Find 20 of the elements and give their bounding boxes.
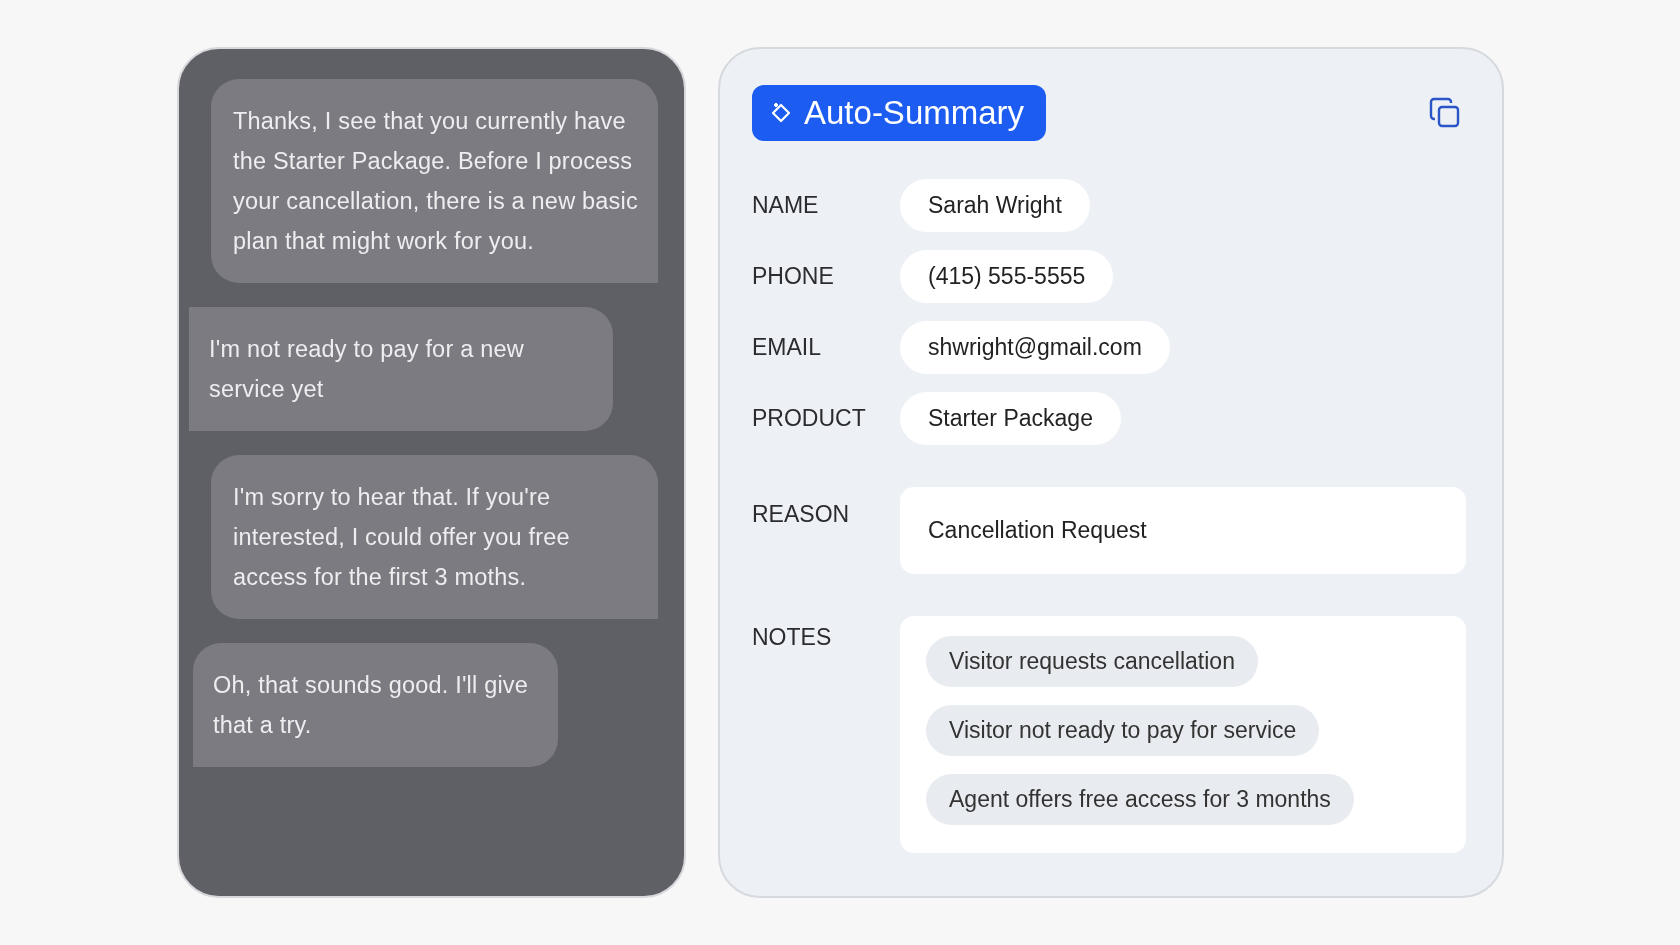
field-value: shwright@gmail.com xyxy=(900,321,1170,374)
copy-icon[interactable] xyxy=(1428,96,1462,130)
note-chip: Visitor not ready to pay for service xyxy=(926,705,1320,756)
field-label: PHONE xyxy=(752,263,835,290)
note-chip: Agent offers free access for 3 months xyxy=(926,774,1354,825)
chat-message: I'm sorry to hear that. If you're interested, I could offer you free access for the first 3 moths. xyxy=(211,455,658,619)
field-value: Sarah Wright xyxy=(900,179,1090,232)
field-label: NAME xyxy=(752,192,820,219)
chat-message: Oh, that sounds good. I'll give that a try. xyxy=(193,643,558,767)
field-label: NOTES xyxy=(752,623,833,651)
chat-message: I'm not ready to pay for a new service yet xyxy=(189,307,613,431)
reason-value: Cancellation Request xyxy=(900,487,1466,574)
field-label: REASON xyxy=(752,500,851,528)
field-value: (415) 555-5555 xyxy=(900,250,1114,303)
note-chip: Visitor requests cancellation xyxy=(926,636,1258,687)
field-label: PRODUCT xyxy=(752,405,867,432)
field-label: EMAIL xyxy=(752,334,823,361)
badge-title: Auto-Summary xyxy=(804,94,1025,132)
chat-message: Thanks, I see that you currently have the Starter Package. Before I process your cancellation, there is a new basic plan that might work for you. xyxy=(211,79,658,283)
field-value: Starter Package xyxy=(900,392,1121,445)
